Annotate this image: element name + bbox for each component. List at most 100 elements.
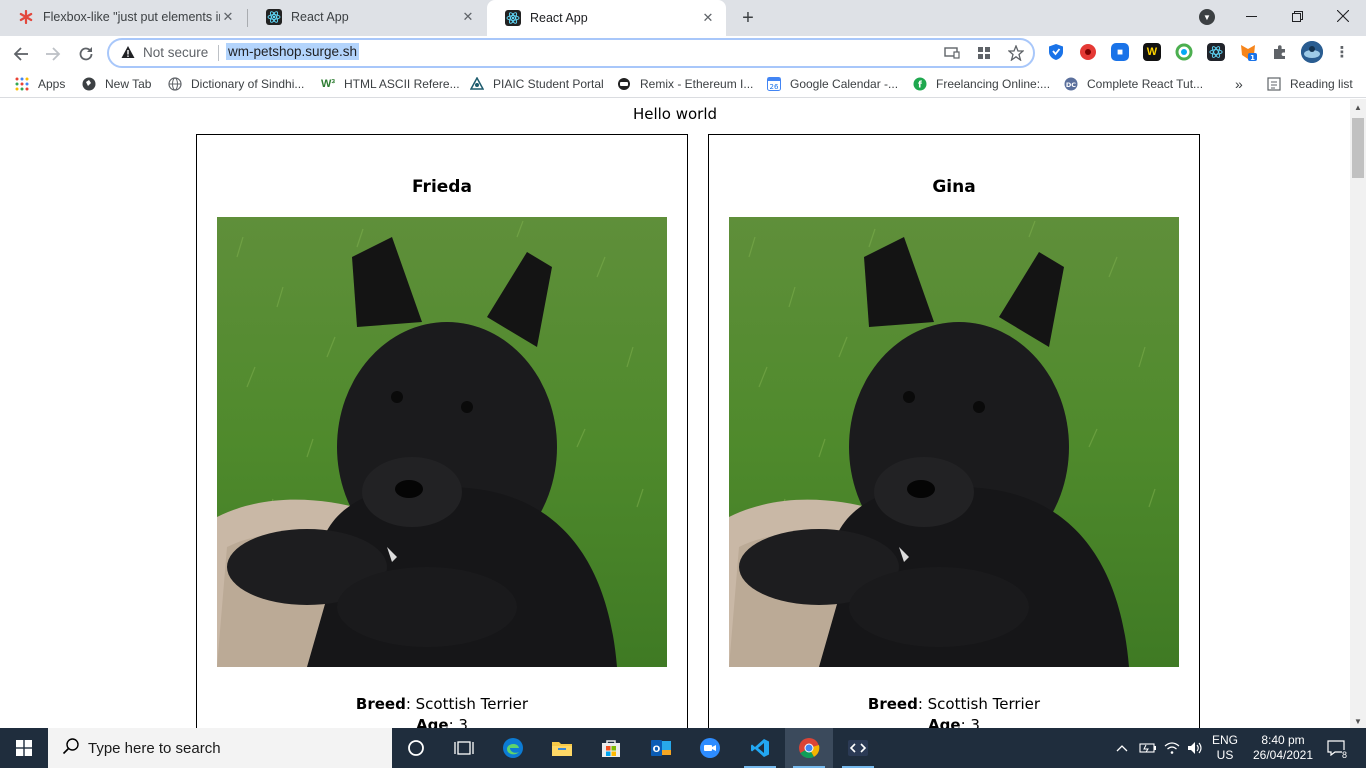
react-devtools-extension-icon[interactable] <box>1207 43 1225 61</box>
react-favicon-icon <box>266 9 282 25</box>
calendar-icon: 26 <box>766 76 782 92</box>
bookmark-label: Apps <box>38 77 66 91</box>
close-tab-icon[interactable]: ✕ <box>220 9 236 25</box>
bookmark-label: Remix - Ethereum I... <box>640 77 754 91</box>
pet-breed: Scottish Terrier <box>415 695 529 713</box>
metamask-extension-icon[interactable]: 1 <box>1239 43 1257 61</box>
tab-search-icon[interactable]: ▼ <box>1199 9 1215 25</box>
omnibox-divider <box>218 45 219 61</box>
close-tab-icon[interactable]: ✕ <box>460 9 476 25</box>
devtools-app-icon[interactable] <box>834 728 882 768</box>
battery-plug-icon[interactable] <box>1136 728 1160 768</box>
profile-avatar[interactable] <box>1301 41 1323 63</box>
bookmark-label: Complete React Tut... <box>1087 77 1204 91</box>
cast-icon[interactable] <box>943 44 961 62</box>
clock-date: 26/04/2021 <box>1252 748 1314 762</box>
tab-strip: Flexbox-like "just put elements in ✕ Rea… <box>0 0 1366 36</box>
volume-icon[interactable] <box>1184 728 1206 768</box>
bookmark-label: Freelancing Online:... <box>936 77 1051 91</box>
bookmark-star-icon[interactable] <box>1007 44 1025 62</box>
security-status-label[interactable]: Not secure <box>143 45 208 60</box>
wifi-icon[interactable] <box>1161 728 1183 768</box>
tab-react-app-1[interactable]: React App ✕ <box>248 0 486 34</box>
pet-age-line: Age: 3 <box>197 715 687 728</box>
file-explorer-icon[interactable] <box>538 728 586 768</box>
bookmark-html-ascii[interactable]: W³ HTML ASCII Refere... <box>320 75 460 93</box>
react-favicon-icon <box>505 10 521 26</box>
notification-count: 8 <box>1341 750 1347 760</box>
browser-toolbar: Not secure wm-petshop.surge.sh ■ W 1 ⋮ <box>0 36 1366 70</box>
pet-breed: Scottish Terrier <box>927 695 1041 713</box>
pet-card: Frieda Breed: Scottish Terrier Age: 3 <box>196 134 688 728</box>
microsoft-store-icon[interactable] <box>587 728 635 768</box>
pet-info: Breed: Scottish Terrier Age: 3 <box>197 694 687 728</box>
bookmarks-bar: Apps New Tab Dictionary of Sindhi... W³ … <box>0 70 1366 98</box>
scroll-down-arrow-icon[interactable]: ▼ <box>1354 717 1362 726</box>
pet-photo <box>729 217 1179 667</box>
globe-icon <box>81 76 97 92</box>
bookmark-new-tab[interactable]: New Tab <box>81 75 151 93</box>
wappalyzer-extension-icon[interactable]: W <box>1143 43 1161 61</box>
remix-icon <box>616 76 632 92</box>
reading-list-button[interactable]: Reading list <box>1266 75 1353 93</box>
chrome-icon[interactable] <box>785 728 833 768</box>
tab-react-app-2[interactable]: React App ✕ <box>487 0 726 36</box>
chrome-menu-icon[interactable]: ⋮ <box>1333 43 1351 61</box>
edge-icon[interactable] <box>489 728 537 768</box>
breed-label: Breed <box>867 695 918 713</box>
show-hidden-icons-chevron-icon[interactable] <box>1113 728 1131 768</box>
pet-age-line: Age: 3 <box>709 715 1199 728</box>
breed-label: Breed <box>355 695 406 713</box>
blue-square-extension-icon[interactable]: ■ <box>1111 43 1129 61</box>
close-tab-icon[interactable]: ✕ <box>700 10 716 26</box>
vscode-icon[interactable] <box>736 728 784 768</box>
bookmark-google-calendar[interactable]: 26 Google Calendar -... <box>766 75 898 93</box>
pet-age: 3 <box>970 716 980 728</box>
bookmark-dictionary-sindhi[interactable]: Dictionary of Sindhi... <box>167 75 304 93</box>
globe-icon <box>167 76 183 92</box>
task-view-icon[interactable] <box>440 728 488 768</box>
clock-time: 8:40 pm <box>1261 733 1305 747</box>
page-scrollbar[interactable]: ▲ ▼ <box>1350 99 1366 728</box>
forward-button[interactable] <box>39 40 67 68</box>
bookmark-remix[interactable]: Remix - Ethereum I... <box>616 75 753 93</box>
zoom-icon[interactable] <box>686 728 734 768</box>
scrollbar-thumb[interactable] <box>1352 118 1364 178</box>
minimize-button[interactable] <box>1228 0 1274 32</box>
cortana-icon[interactable] <box>392 728 440 768</box>
pet-card: Gina Breed: Scottish Terrier Age: 3 <box>708 134 1200 728</box>
tab-title: React App <box>530 11 588 25</box>
clock[interactable]: 8:40 pm 26/04/2021 <box>1246 728 1320 768</box>
red-circle-extension-icon[interactable] <box>1079 43 1097 61</box>
shield-extension-icon[interactable] <box>1047 43 1065 61</box>
extensions-puzzle-icon[interactable] <box>1271 43 1289 61</box>
new-tab-button[interactable]: + <box>736 6 760 30</box>
bookmark-complete-react[interactable]: DC Complete React Tut... <box>1063 75 1203 93</box>
back-button[interactable] <box>7 40 35 68</box>
close-window-button[interactable] <box>1320 0 1366 32</box>
restore-button[interactable] <box>1274 0 1320 32</box>
app-install-icon[interactable] <box>975 44 993 62</box>
reading-list-icon <box>1266 76 1282 92</box>
bookmark-apps[interactable]: Apps <box>14 75 65 93</box>
bookmark-label: PIAIC Student Portal <box>493 77 604 91</box>
reload-button[interactable] <box>72 40 100 68</box>
colorful-extension-icon[interactable] <box>1175 43 1193 61</box>
tab-flexbox[interactable]: Flexbox-like "just put elements in ✕ <box>0 0 246 34</box>
bookmarks-overflow-button[interactable]: » <box>1235 75 1243 93</box>
scroll-up-arrow-icon[interactable]: ▲ <box>1354 103 1362 112</box>
language-code: ENG <box>1211 733 1238 747</box>
bookmark-piaic[interactable]: PIAIC Student Portal <box>469 75 604 93</box>
notification-center-button[interactable]: 8 <box>1322 728 1350 768</box>
url-text[interactable]: wm-petshop.surge.sh <box>226 43 360 60</box>
taskbar-search-box[interactable]: Type here to search <box>48 728 392 768</box>
address-bar[interactable]: Not secure wm-petshop.surge.sh <box>107 38 1035 68</box>
language-indicator[interactable]: ENG US <box>1207 728 1243 768</box>
warning-icon[interactable] <box>121 45 135 59</box>
age-label: Age <box>416 716 449 728</box>
outlook-icon[interactable]: O <box>637 728 685 768</box>
bookmark-label: HTML ASCII Refere... <box>344 77 460 91</box>
apps-grid-icon <box>14 76 30 92</box>
start-button[interactable] <box>0 728 48 768</box>
bookmark-freelancing[interactable]: f Freelancing Online:... <box>912 75 1050 93</box>
